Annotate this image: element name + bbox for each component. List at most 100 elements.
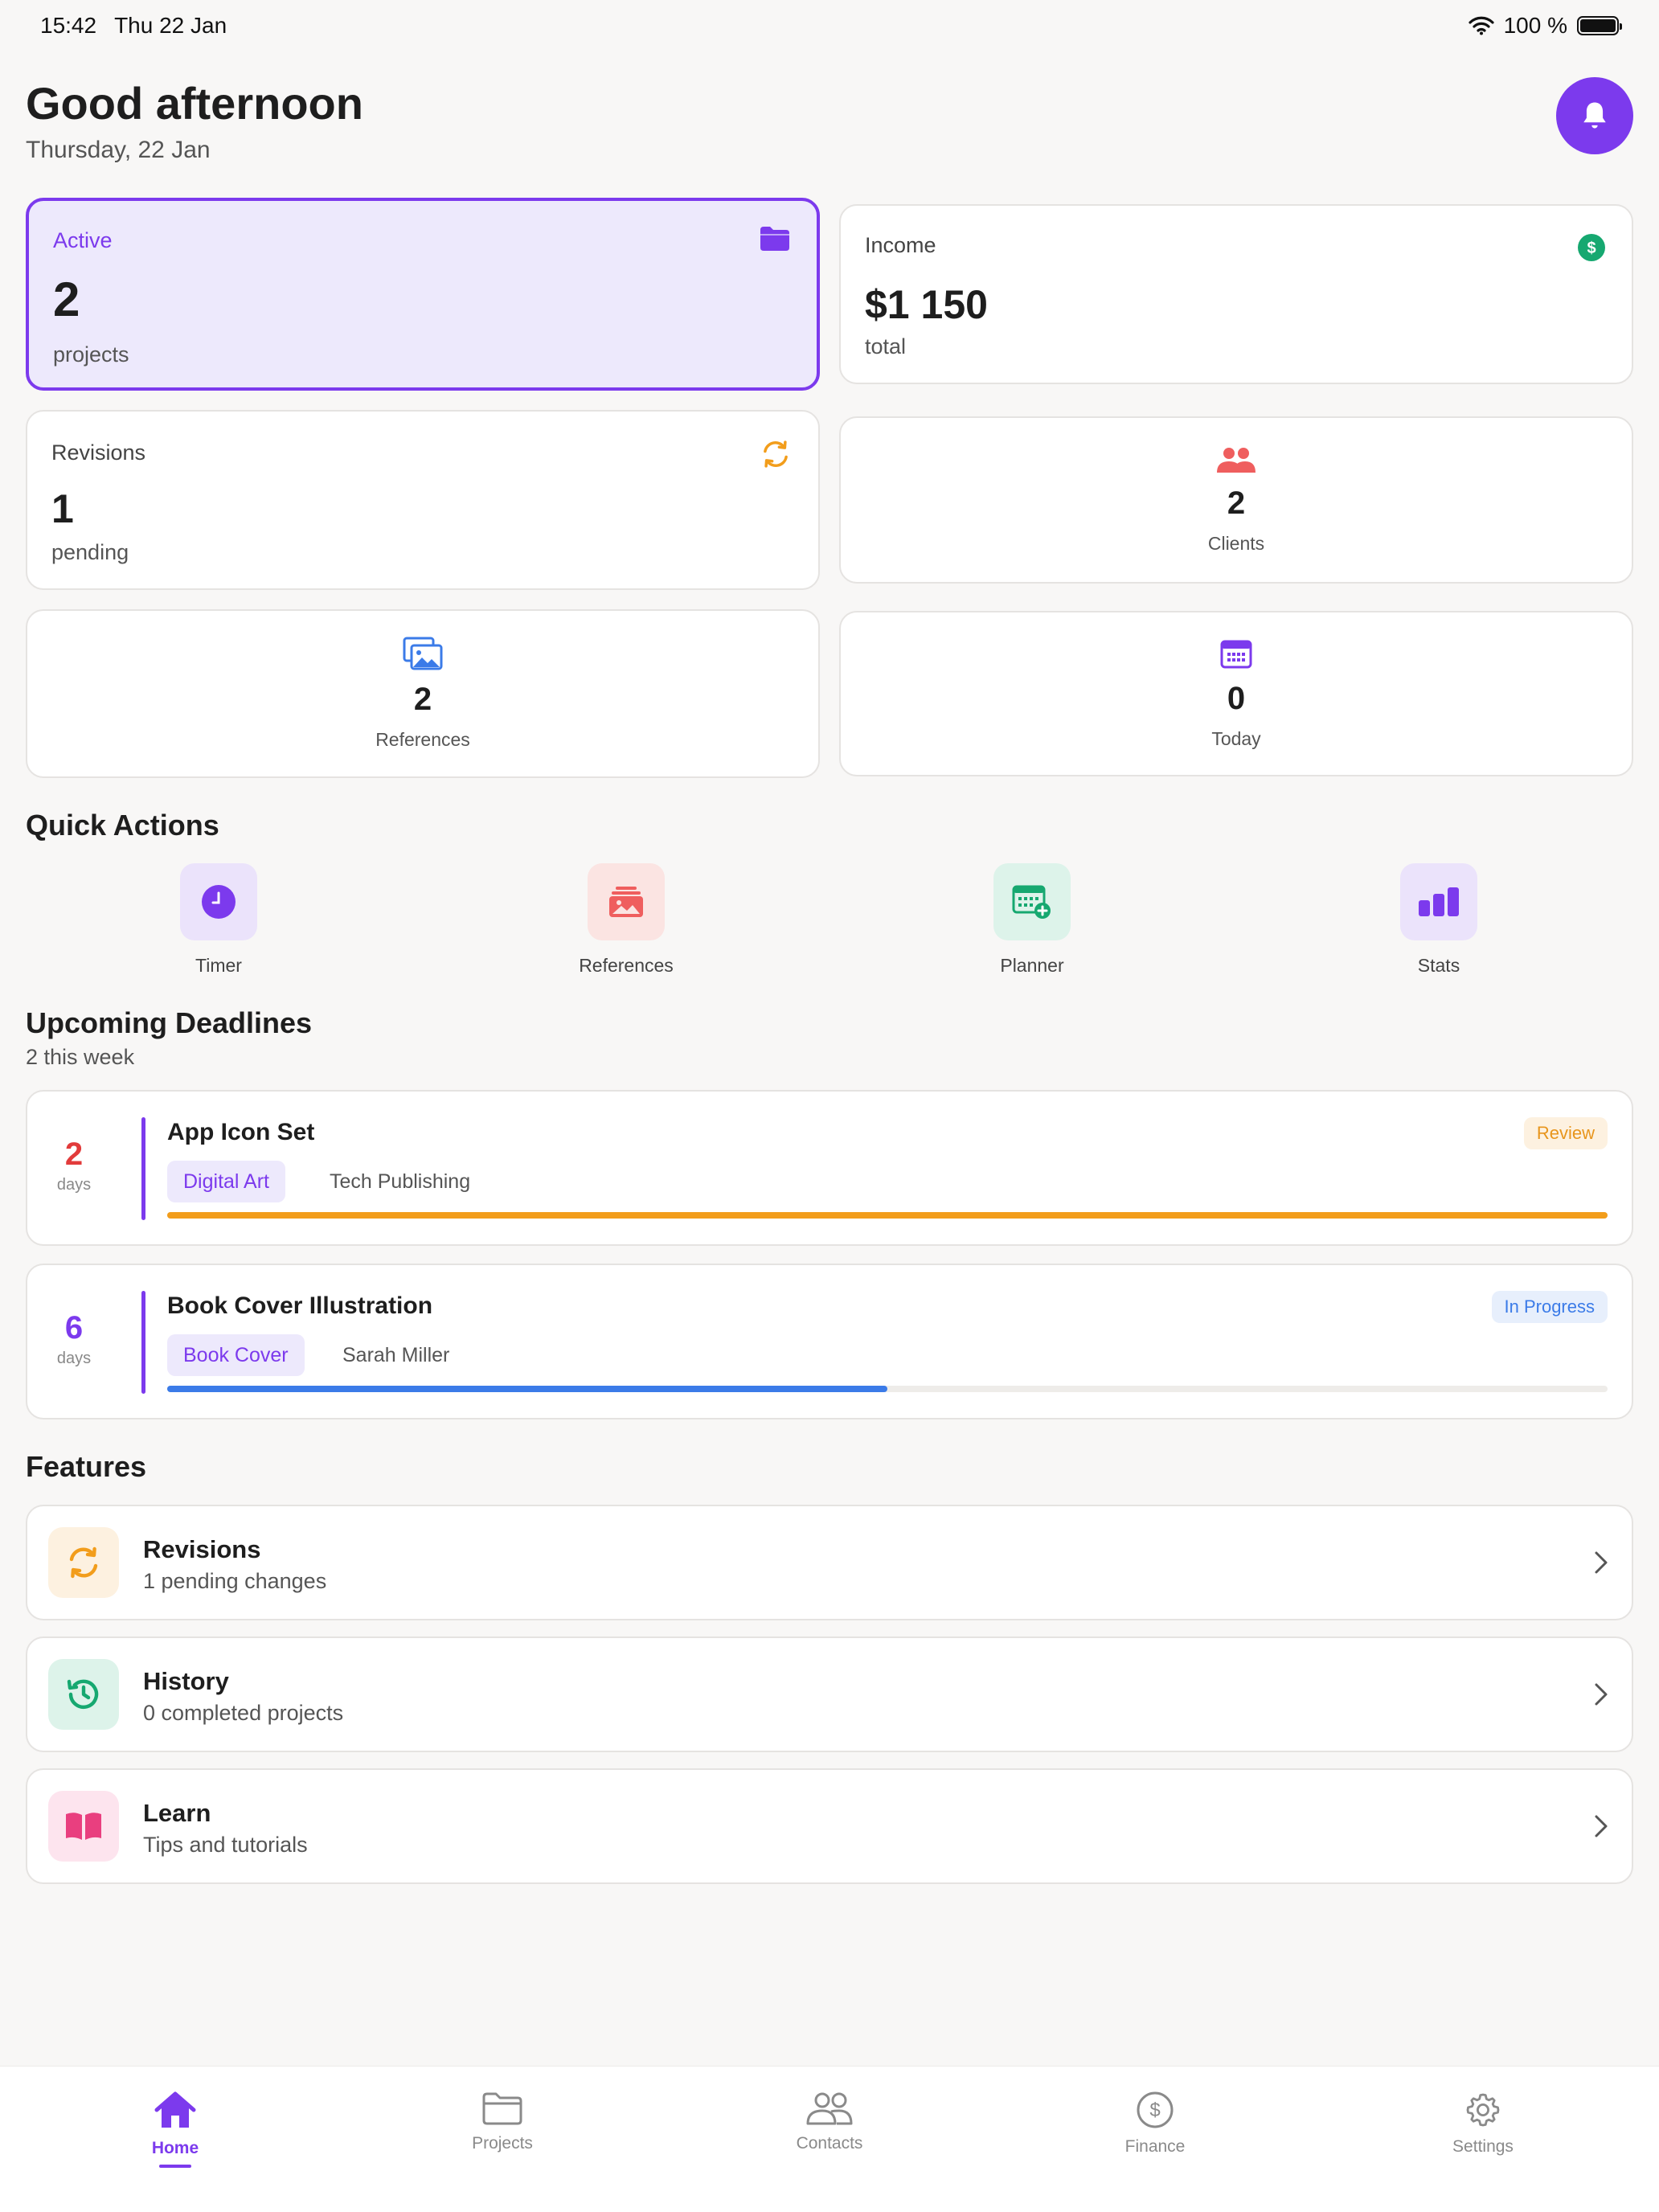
battery-percent: 100 % <box>1503 13 1567 38</box>
chevron-right-icon <box>1595 1683 1608 1706</box>
feature-subtitle: Tips and tutorials <box>143 1833 308 1857</box>
active-projects-card[interactable]: Active 2 projects <box>26 198 820 391</box>
feature-revisions[interactable]: Revisions 1 pending changes <box>26 1505 1633 1620</box>
quick-action-label: References <box>579 955 674 976</box>
people-icon <box>1217 448 1256 473</box>
home-icon <box>154 2091 196 2128</box>
deadline-client: Sarah Miller <box>342 1344 450 1366</box>
quick-actions-title: Quick Actions <box>26 809 219 842</box>
references-value: 2 <box>413 682 432 717</box>
deadline-tag: Digital Art <box>167 1161 285 1202</box>
folder-icon <box>482 2092 522 2125</box>
chevron-right-icon <box>1595 1815 1608 1837</box>
feature-subtitle: 1 pending changes <box>143 1569 327 1593</box>
feature-title: History <box>143 1667 229 1695</box>
tab-settings[interactable]: Settings <box>1403 2091 1563 2157</box>
chevron-right-icon <box>1595 1551 1608 1574</box>
deadline-progress-fill <box>167 1212 1608 1219</box>
quick-action-stats[interactable]: Stats <box>1358 863 1519 977</box>
refresh-icon <box>764 440 788 468</box>
feature-learn[interactable]: Learn Tips and tutorials <box>26 1768 1633 1884</box>
quick-action-label: Stats <box>1417 955 1460 976</box>
quick-action-label: Timer <box>195 955 242 976</box>
income-card[interactable]: Income $1 150 total $ <box>839 204 1633 384</box>
wifi-icon <box>1468 16 1494 35</box>
clients-value: 2 <box>1227 485 1246 521</box>
revisions-value: 1 <box>51 486 74 531</box>
today-value: 0 <box>1227 681 1246 716</box>
history-icon <box>67 1679 99 1709</box>
status-time: 15:42 <box>40 13 97 38</box>
tab-home[interactable]: Home <box>95 2091 256 2168</box>
features-title: Features <box>26 1450 147 1483</box>
tab-contacts[interactable]: Contacts <box>749 2091 910 2153</box>
feature-history[interactable]: History 0 completed projects <box>26 1636 1633 1752</box>
status-date: Thu 22 Jan <box>114 13 227 38</box>
feature-subtitle: 0 completed projects <box>143 1701 344 1725</box>
deadline-card[interactable]: 6 days Book Cover Illustration Book Cove… <box>26 1264 1633 1419</box>
tab-label: Projects <box>472 2134 533 2153</box>
quick-action-planner[interactable]: Planner <box>952 863 1112 977</box>
active-label: Active <box>53 228 113 252</box>
today-card[interactable]: 0 Today <box>839 611 1633 776</box>
active-value: 2 <box>53 272 80 326</box>
svg-text:$: $ <box>1587 240 1596 257</box>
notifications-button[interactable] <box>1556 77 1633 154</box>
svg-text:$: $ <box>1149 2099 1160 2121</box>
income-value: $1 150 <box>865 282 988 327</box>
today-label: Today <box>1211 728 1261 749</box>
income-sub: total <box>865 334 907 358</box>
tab-label: Home <box>151 2139 199 2157</box>
bar-chart-icon <box>1419 887 1459 916</box>
status-bar: 15:42 Thu 22 Jan 100 % <box>0 0 1659 51</box>
deadline-progress-track <box>167 1386 1608 1392</box>
quick-action-label: Planner <box>1000 955 1064 976</box>
status-badge: Review <box>1523 1117 1608 1149</box>
deadline-days: 2 days <box>56 1137 92 1194</box>
calendar-plus-icon <box>1012 885 1051 919</box>
tab-active-indicator <box>159 2165 191 2168</box>
status-badge: In Progress <box>1491 1291 1608 1323</box>
active-sub: projects <box>53 342 129 367</box>
revisions-label: Revisions <box>51 440 146 465</box>
bell-icon <box>1583 102 1606 129</box>
deadline-progress-track <box>167 1212 1608 1219</box>
clients-label: Clients <box>1207 533 1265 554</box>
tab-bar: Home Projects Contacts $ Finance Setting… <box>0 2066 1659 2212</box>
revisions-sub: pending <box>51 540 129 564</box>
deadline-title: Book Cover Illustration <box>167 1292 433 1319</box>
battery-icon <box>1577 16 1622 35</box>
folder-icon <box>760 227 789 251</box>
revisions-card[interactable]: Revisions 1 pending <box>26 410 820 590</box>
tab-label: Settings <box>1452 2137 1514 2156</box>
book-icon <box>66 1813 101 1840</box>
tab-label: Contacts <box>796 2134 863 2153</box>
greeting-title: Good afternoon <box>26 78 363 129</box>
deadlines-subtitle: 2 this week <box>26 1045 135 1069</box>
tab-projects[interactable]: Projects <box>422 2091 583 2153</box>
feature-title: Revisions <box>143 1535 261 1563</box>
clients-card[interactable]: 2 Clients <box>839 416 1633 584</box>
deadline-title: App Icon Set <box>167 1119 315 1145</box>
deadline-card[interactable]: 2 days App Icon Set Digital Art Tech Pub… <box>26 1090 1633 1246</box>
deadline-progress-fill <box>167 1386 887 1392</box>
references-card[interactable]: 2 References <box>26 609 820 778</box>
image-stack-icon <box>403 637 443 670</box>
calendar-icon <box>1220 640 1252 669</box>
deadline-client: Tech Publishing <box>330 1170 471 1193</box>
refresh-icon <box>69 1546 98 1579</box>
header-date: Thursday, 22 Jan <box>26 137 211 163</box>
tab-finance[interactable]: $ Finance <box>1075 2091 1235 2157</box>
gear-icon <box>1466 2093 1500 2127</box>
deadlines-title: Upcoming Deadlines <box>26 1006 313 1039</box>
dollar-circle-icon: $ <box>1137 2091 1174 2128</box>
feature-title: Learn <box>143 1799 211 1827</box>
income-label: Income <box>865 233 936 257</box>
deadline-days: 6 days <box>56 1310 92 1367</box>
people-icon <box>806 2092 853 2125</box>
quick-action-references[interactable]: References <box>546 863 707 977</box>
tab-label: Finance <box>1124 2137 1186 2156</box>
image-stack-icon <box>609 887 643 917</box>
quick-action-timer[interactable]: Timer <box>138 863 299 977</box>
deadline-tag: Book Cover <box>167 1334 305 1376</box>
